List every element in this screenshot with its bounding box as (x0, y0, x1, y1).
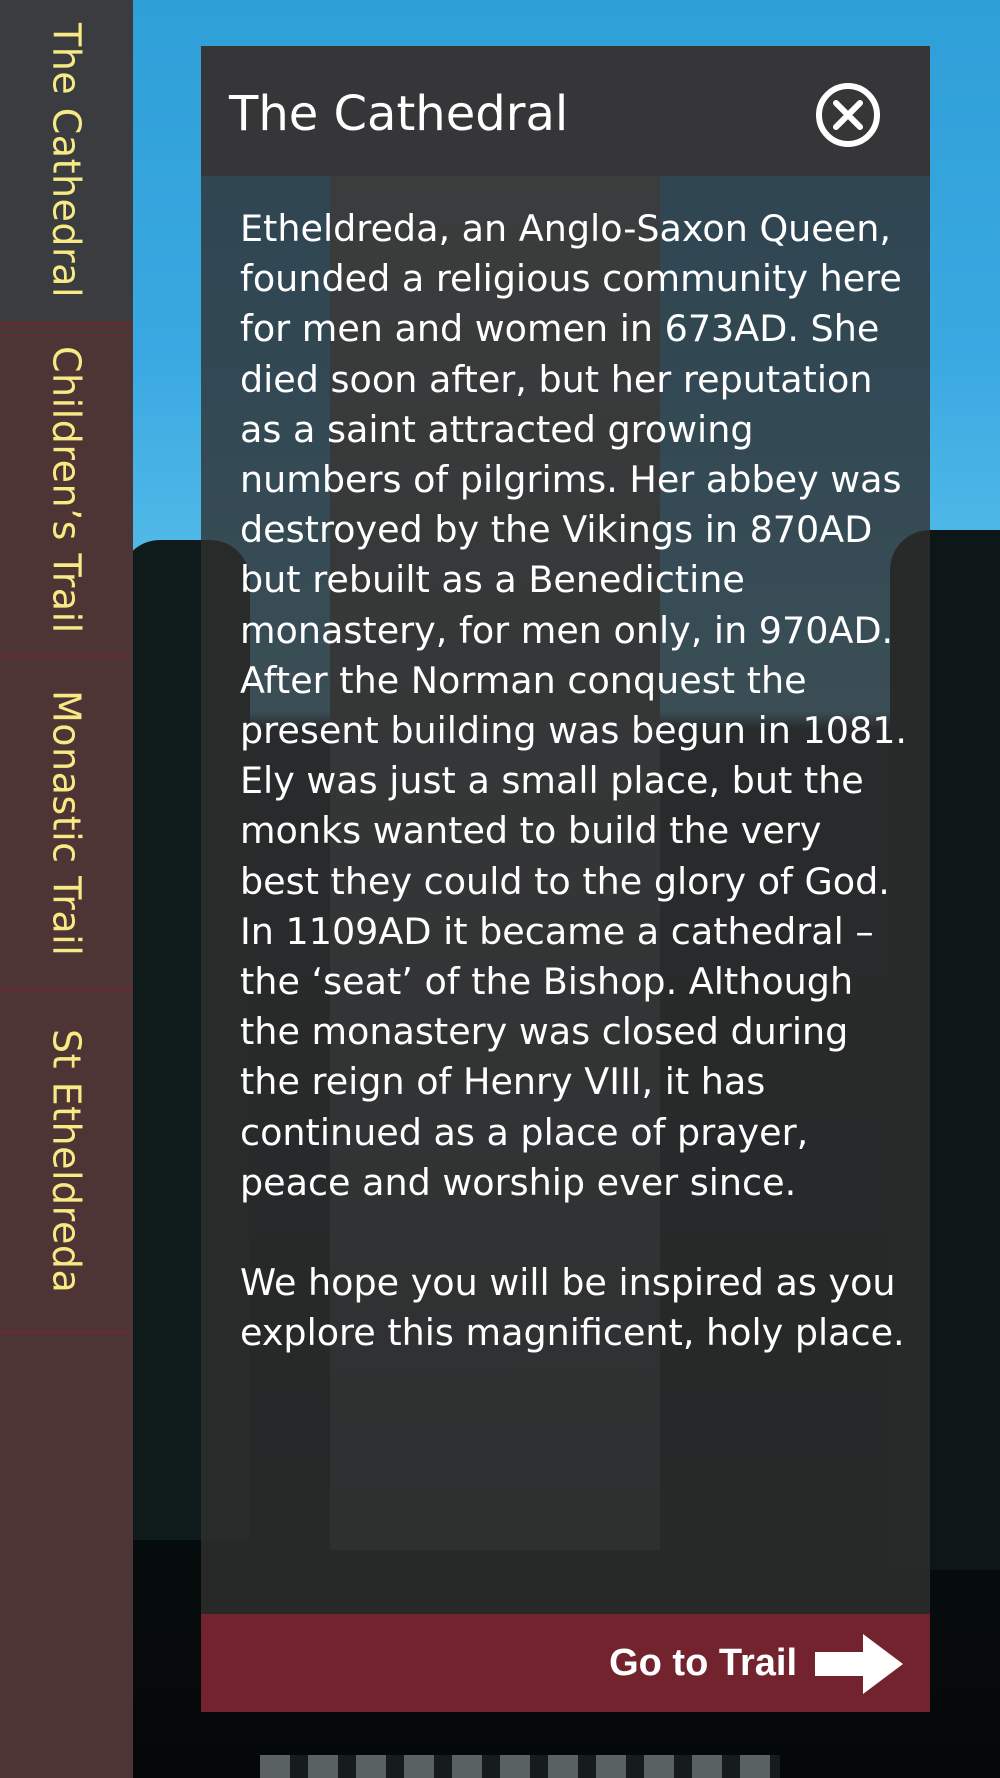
right-arrow-icon (815, 1634, 903, 1694)
trail-sidebar: The Cathedral Children’s Trail Monastic … (0, 0, 133, 1778)
info-panel: The Cathedral Etheldreda, an Anglo-Saxon… (201, 46, 930, 1712)
tab-st-etheldreda[interactable]: St Etheldreda (0, 991, 133, 1333)
go-to-trail-button[interactable]: Go to Trail (201, 1614, 930, 1712)
tab-label: St Etheldreda (44, 1028, 89, 1294)
panel-body-text: Etheldreda, an Anglo-Saxon Queen, founde… (240, 204, 910, 1358)
tab-the-cathedral[interactable]: The Cathedral (0, 0, 133, 324)
panel-header: The Cathedral (201, 46, 930, 176)
go-to-trail-label: Go to Trail (609, 1642, 797, 1684)
close-icon (816, 83, 880, 147)
close-button[interactable] (815, 82, 881, 148)
tab-label: The Cathedral (44, 23, 89, 299)
body-paragraph: Etheldreda, an Anglo-Saxon Queen, founde… (240, 207, 908, 1204)
tab-childrens-trail[interactable]: Children’s Trail (0, 324, 133, 657)
bottom-artwork-image (260, 1755, 780, 1778)
tab-label: Monastic Trail (44, 689, 89, 957)
app-screen: The Cathedral Children’s Trail Monastic … (0, 0, 1000, 1778)
body-paragraph: We hope you will be inspired as you expl… (240, 1261, 905, 1355)
tab-label: Children’s Trail (44, 345, 89, 634)
tab-monastic-trail[interactable]: Monastic Trail (0, 657, 133, 991)
panel-title: The Cathedral (229, 86, 569, 142)
